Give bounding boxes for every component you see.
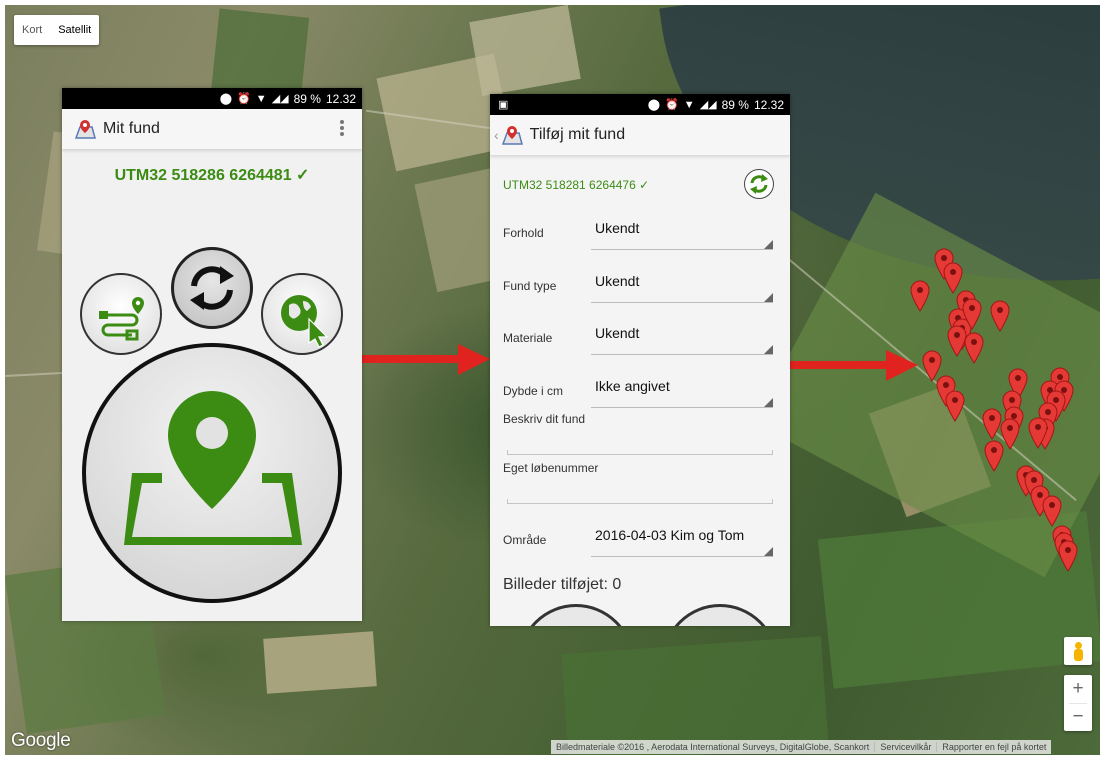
battery-percent: 89 % (721, 97, 749, 112)
map-attribution: Billedmateriale ©2016 , Aerodata Interna… (551, 740, 1052, 754)
wifi-icon: ▼ (255, 92, 267, 105)
signal-icon: ◢◢ (699, 99, 717, 111)
location-icon: ⬤ (647, 99, 661, 111)
clock: 12.32 (325, 91, 356, 106)
map-type-satellite-button[interactable]: Satellit (50, 15, 99, 45)
refresh-icon (750, 174, 768, 194)
refresh-position-button[interactable] (744, 169, 774, 199)
beskriv-input[interactable] (507, 450, 773, 455)
alarm-icon: ⏰ (237, 93, 251, 105)
map-type-kort-button[interactable]: Kort (14, 15, 50, 45)
find-marker-icon[interactable] (1028, 417, 1048, 449)
field-value: 2016-04-03 Kim og Tom (595, 527, 745, 543)
report-error-link[interactable]: Rapporter en fejl på kortet (937, 742, 1051, 752)
refresh-position-button[interactable] (171, 247, 253, 329)
field-value: Ukendt (595, 273, 640, 289)
app-logo-icon[interactable] (501, 124, 523, 146)
status-bar: ⬤ ⏰ ▼ ◢◢ 89 % 12.32 (62, 88, 362, 109)
loebenummer-input[interactable] (507, 499, 773, 504)
take-photo-button[interactable] (518, 604, 634, 626)
select-on-map-button[interactable] (261, 273, 343, 355)
arrow-right-icon (362, 344, 490, 375)
wifi-icon: ▼ (683, 98, 695, 111)
app-bar: ‹ Tilføj mit fund (490, 115, 790, 155)
overflow-menu-icon[interactable] (340, 120, 344, 138)
find-marker-icon[interactable] (964, 332, 984, 364)
save-find-button[interactable] (662, 604, 778, 626)
refresh-icon (190, 266, 234, 310)
find-marker-icon[interactable] (1042, 495, 1062, 527)
alarm-icon: ⏰ (665, 99, 679, 111)
globe-cursor-icon (281, 295, 329, 348)
app-bar: Mit fund (62, 109, 362, 149)
signal-icon: ◢◢ (271, 93, 289, 105)
app-title: Mit fund (103, 120, 160, 137)
find-marker-icon[interactable] (1058, 540, 1078, 572)
add-find-button[interactable] (82, 343, 342, 603)
loebenummer-label: Eget løbenummer (503, 461, 599, 475)
status-bar: ▣ ⬤ ⏰ ▼ ◢◢ 89 % 12.32 (490, 94, 790, 115)
route-button[interactable] (80, 273, 162, 355)
app-logo-icon (74, 120, 96, 139)
phone-screen-mit-fund: ⬤ ⏰ ▼ ◢◢ 89 % 12.32 Mit fund UTM32 51828… (62, 88, 362, 621)
omraade-dropdown[interactable]: Område 2016-04-03 Kim og Tom (503, 519, 775, 559)
dropdown-arrow-icon (764, 240, 773, 249)
field-value: Ikke angivet (595, 378, 670, 394)
arrow-right-icon (790, 350, 918, 381)
find-marker-icon[interactable] (984, 440, 1004, 472)
field-label: Fund type (503, 279, 557, 293)
field-label: Dybde i cm (503, 384, 564, 398)
route-icon (99, 297, 144, 341)
find-marker-icon[interactable] (910, 280, 930, 312)
beskriv-label: Beskriv dit fund (503, 412, 586, 426)
field (469, 5, 581, 97)
clock: 12.32 (753, 97, 784, 112)
materiale-dropdown[interactable]: Materiale Ukendt (503, 317, 775, 357)
field-label: Område (503, 533, 547, 547)
find-marker-icon[interactable] (990, 300, 1010, 332)
dropdown-arrow-icon (764, 293, 773, 302)
google-logo: Google (11, 730, 71, 751)
zoom-out-button[interactable]: − (1064, 703, 1092, 731)
back-chevron-icon[interactable]: ‹ (494, 127, 499, 143)
dropdown-arrow-icon (764, 345, 773, 354)
pegman-icon (1075, 642, 1082, 649)
battery-percent: 89 % (293, 91, 321, 106)
find-marker-icon[interactable] (982, 408, 1002, 440)
dropdown-arrow-icon (764, 547, 773, 556)
field (263, 631, 377, 694)
zoom-control: + − (1064, 675, 1092, 731)
field (561, 636, 829, 755)
image-notification-icon: ▣ (498, 99, 509, 111)
fund-type-dropdown[interactable]: Fund type Ukendt (503, 265, 775, 305)
images-added-count: Billeder tilføjet: 0 (503, 576, 622, 593)
field-label: Materiale (503, 331, 553, 345)
dybde-dropdown[interactable]: Dybde i cm Ikke angivet (503, 370, 775, 410)
phone-screen-tilfoej-mit-fund: ▣ ⬤ ⏰ ▼ ◢◢ 89 % 12.32 ‹ Tilføj mit fund … (490, 94, 790, 626)
map-pin-icon (124, 391, 302, 545)
dropdown-arrow-icon (764, 398, 773, 407)
field-value: Ukendt (595, 220, 640, 236)
map-type-control: Kort Satellit (14, 15, 100, 45)
field-label: Forhold (503, 226, 544, 240)
utm-coordinates: UTM32 518281 6264476 ✓ (503, 178, 650, 192)
imagery-credit: Billedmateriale ©2016 , Aerodata Interna… (551, 742, 876, 752)
app-title: Tilføj mit fund (529, 126, 626, 143)
terms-link[interactable]: Servicevilkår (875, 742, 938, 752)
location-icon: ⬤ (219, 93, 233, 105)
forhold-dropdown[interactable]: Forhold Ukendt (503, 212, 775, 252)
find-marker-icon[interactable] (945, 390, 965, 422)
street-view-pegman-button[interactable] (1064, 637, 1092, 665)
utm-coordinates: UTM32 518286 6264481 ✓ (114, 167, 310, 184)
field-value: Ukendt (595, 325, 640, 341)
zoom-in-button[interactable]: + (1064, 675, 1092, 703)
